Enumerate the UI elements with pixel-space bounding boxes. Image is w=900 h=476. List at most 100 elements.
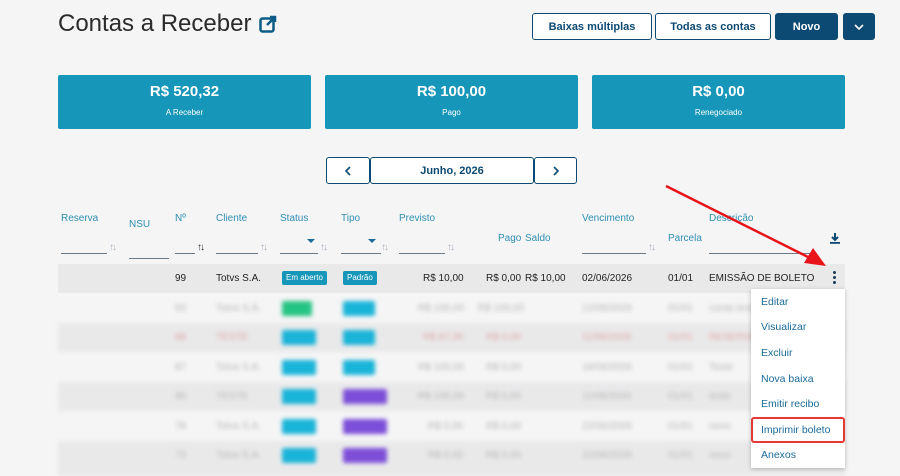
menu-item-visualizar[interactable]: Visualizar: [751, 315, 845, 341]
cell-cliente: Totvs S.A.: [216, 273, 262, 284]
cell-vencimento: 18/06/2026: [582, 362, 633, 373]
sort-icon[interactable]: ↑↓: [197, 242, 205, 253]
cell-descricao: novo: [709, 421, 731, 432]
caret-down-icon[interactable]: [368, 239, 376, 243]
table-row[interactable]: 93 Totvs S.A. R$ 100,00 R$ 100,00 12/06/…: [58, 294, 845, 323]
cell-numero: 86: [175, 391, 187, 402]
caret-down-icon[interactable]: [307, 239, 315, 243]
summary-value: R$ 100,00: [416, 83, 487, 100]
sort-icon[interactable]: ↑↓: [447, 242, 455, 253]
tipo-badge: [343, 301, 375, 316]
table-row[interactable]: 73 Totvs S.A. R$ 0,00 R$ 0,00 22/06/2026…: [58, 441, 845, 476]
status-badge: [282, 419, 316, 434]
menu-item-imprimir-boleto[interactable]: Imprimir boleto: [751, 416, 845, 443]
filter-reserva[interactable]: [61, 253, 107, 254]
col-reserva[interactable]: Reserva: [61, 213, 98, 224]
todas-contas-button[interactable]: Todas as contas: [655, 13, 771, 40]
cell-pago: R$ 100,00: [478, 303, 525, 314]
filter-cliente[interactable]: [216, 253, 258, 254]
cell-descricao: EMISSÃO DE BOLETO: [709, 273, 815, 284]
page-title: Contas a Receber: [58, 10, 277, 38]
sort-icon[interactable]: ↑↓: [260, 242, 268, 253]
col-previsto[interactable]: Previsto: [399, 213, 435, 224]
status-badge: [282, 389, 316, 404]
cell-pago: R$ 0,00: [486, 421, 522, 432]
cell-vencimento: 22/06/2026: [582, 450, 633, 461]
tipo-badge: [343, 389, 387, 404]
cell-previsto: R$ 0,00: [428, 450, 464, 461]
cell-pago: R$ 0,00: [486, 362, 522, 373]
col-saldo[interactable]: Saldo: [525, 233, 551, 244]
filter-vencimento[interactable]: [582, 253, 646, 254]
tipo-badge: [343, 360, 375, 375]
cell-numero: 88: [175, 332, 187, 343]
cell-vencimento: 12/06/2026: [582, 303, 633, 314]
status-badge: Em aberto: [282, 271, 327, 285]
tipo-badge: Padrão: [343, 271, 377, 285]
table-row[interactable]: 86 TESTE R$ 100,00 R$ 0,00 11/06/2026 01…: [58, 382, 845, 411]
download-icon[interactable]: [829, 232, 841, 244]
cell-cliente: Totvs S.A.: [216, 421, 262, 432]
filter-nsu[interactable]: [129, 258, 169, 259]
col-status[interactable]: Status: [280, 213, 308, 224]
cell-cliente: TESTE: [216, 332, 249, 343]
menu-item-nova-baixa[interactable]: Nova baixa: [751, 366, 845, 392]
filter-descricao[interactable]: [709, 253, 815, 254]
table-row[interactable]: 88 TESTE R$ 67,00 R$ 0,00 11/06/2026 01/…: [58, 323, 845, 352]
col-parcela[interactable]: Parcela: [668, 233, 702, 244]
table-row[interactable]: 78 Totvs S.A. R$ 0,00 R$ 0,00 22/06/2026…: [58, 412, 845, 441]
cell-vencimento: 22/06/2026: [582, 421, 633, 432]
cell-parcela: 01/01: [668, 362, 694, 373]
sort-icon[interactable]: ↑↓: [109, 242, 117, 253]
cell-pago: R$ 0,00: [486, 332, 522, 343]
filter-status[interactable]: [280, 253, 318, 254]
col-vencimento[interactable]: Vencimento: [582, 213, 634, 224]
summary-value: R$ 0,00: [692, 83, 745, 100]
cell-pago: R$ 0,00: [486, 273, 522, 284]
col-nsu[interactable]: NSU: [129, 219, 150, 230]
table-row[interactable]: 87 Totvs S.A. R$ 100,00 R$ 0,00 18/06/20…: [58, 353, 845, 382]
summary-card-pago: R$ 100,00 Pago: [325, 75, 578, 129]
status-badge: [282, 330, 316, 345]
col-numero[interactable]: Nº: [175, 213, 186, 224]
summary-card-renegociado: R$ 0,00 Renegociado: [592, 75, 845, 129]
filter-tipo[interactable]: [341, 253, 381, 254]
external-link-icon[interactable]: [259, 15, 277, 33]
cell-cliente: TESTE: [216, 391, 249, 402]
tipo-badge: [343, 448, 387, 463]
cell-descricao: Teste: [709, 362, 733, 373]
chevron-down-icon: [854, 23, 864, 30]
cell-parcela: 01/01: [668, 273, 694, 284]
row-actions-menu: Editar Visualizar Excluir Nova baixa Emi…: [751, 289, 845, 469]
filter-previsto[interactable]: [399, 253, 445, 254]
sort-icon[interactable]: ↑↓: [381, 242, 389, 253]
baixas-multiplas-button[interactable]: Baixas múltiplas: [532, 13, 652, 40]
cell-numero: 78: [175, 421, 187, 432]
filter-numero[interactable]: [175, 253, 195, 254]
menu-item-editar[interactable]: Editar: [751, 289, 845, 315]
period-label[interactable]: Junho, 2026: [370, 157, 534, 184]
next-month-button[interactable]: [534, 157, 577, 184]
col-descricao[interactable]: Descrição: [709, 213, 753, 224]
menu-item-excluir[interactable]: Excluir: [751, 340, 845, 366]
cell-numero: 87: [175, 362, 187, 373]
prev-month-button[interactable]: [326, 157, 370, 184]
cell-previsto: R$ 100,00: [418, 391, 465, 402]
col-tipo[interactable]: Tipo: [341, 213, 360, 224]
cell-parcela: 01/01: [668, 303, 694, 314]
sort-icon[interactable]: ↑↓: [320, 242, 328, 253]
cell-vencimento: 11/06/2026: [582, 332, 632, 343]
menu-item-anexos[interactable]: Anexos: [751, 443, 845, 469]
summary-card-a-receber: R$ 520,32 A Receber: [58, 75, 311, 129]
menu-item-emitir-recibo[interactable]: Emitir recibo: [751, 391, 845, 417]
table-row[interactable]: 99 Totvs S.A. Em aberto Padrão R$ 10,00 …: [58, 264, 845, 293]
col-pago[interactable]: Pago: [498, 233, 521, 244]
cell-previsto: R$ 100,00: [418, 362, 465, 373]
sort-icon[interactable]: ↑↓: [648, 242, 656, 253]
row-actions-kebab-icon[interactable]: [833, 271, 837, 286]
col-cliente[interactable]: Cliente: [216, 213, 247, 224]
novo-dropdown-button[interactable]: [843, 13, 875, 40]
chevron-right-icon: [552, 165, 559, 176]
summary-label: A Receber: [165, 108, 204, 117]
novo-button[interactable]: Novo: [775, 13, 838, 40]
